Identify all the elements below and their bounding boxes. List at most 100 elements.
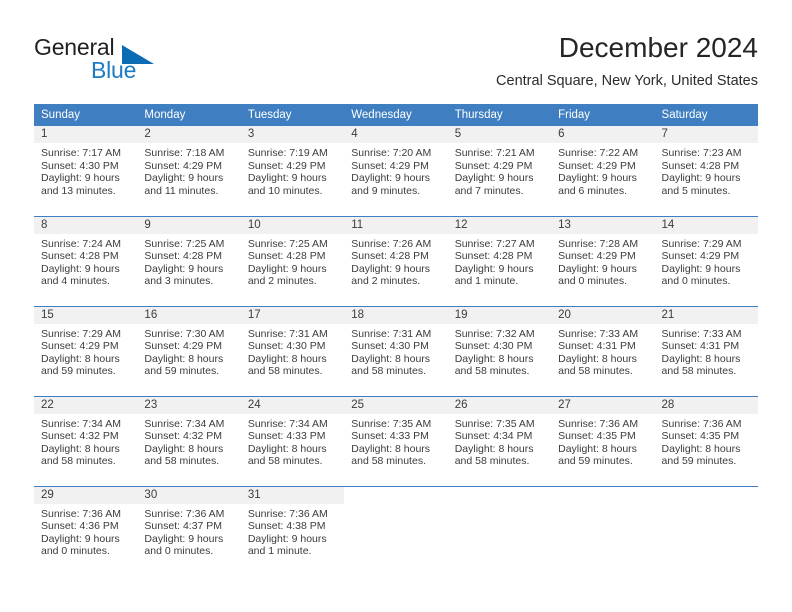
day-number <box>551 487 654 504</box>
day-cell-empty <box>344 485 448 576</box>
day-cell[interactable]: 12 Sunrise: 7:27 AM Sunset: 4:28 PM Dayligh… <box>447 215 552 306</box>
sunset-text: Sunset: 4:31 PM <box>661 340 740 353</box>
daylight-text-line2: and 2 minutes. <box>247 275 317 288</box>
day-details: Sunrise: 7:23 AM Sunset: 4:28 PM Daylight:… <box>655 143 758 197</box>
sunrise-sunset-calendar: Sunday Monday Tuesday Wednesday Thursday… <box>34 104 758 576</box>
sunset-text: Sunset: 4:30 PM <box>41 159 119 172</box>
sunrise-text: Sunrise: 7:23 AM <box>661 147 742 159</box>
day-cell[interactable]: 25 Sunrise: 7:35 AM Sunset: 4:33 PM Dayligh… <box>344 395 448 486</box>
day-details: Sunrise: 7:33 AM Sunset: 4:31 PM Daylight:… <box>655 324 758 378</box>
calendar-week-row: 8 Sunrise: 7:24 AM Sunset: 4:28 PM Daylight… <box>34 215 758 306</box>
general-blue-logo[interactable]: General Blue <box>34 34 214 90</box>
day-cell[interactable]: 19 Sunrise: 7:32 AM Sunset: 4:30 PM Dayligh… <box>447 305 552 396</box>
day-number <box>344 487 447 504</box>
day-cell[interactable]: 3 Sunrise: 7:19 AM Sunset: 4:29 PM Daylight… <box>240 126 345 216</box>
day-cell[interactable]: 7 Sunrise: 7:23 AM Sunset: 4:28 PM Daylight… <box>654 126 758 216</box>
day-cell[interactable]: 10 Sunrise: 7:25 AM Sunset: 4:28 PM Dayligh… <box>240 215 345 306</box>
daylight-text-line1: Daylight: 8 hours <box>661 352 741 365</box>
day-cell[interactable]: 28 Sunrise: 7:36 AM Sunset: 4:35 PM Dayligh… <box>654 395 758 486</box>
sunset-text: Sunset: 4:33 PM <box>247 430 326 443</box>
daylight-text-line2: and 1 minute. <box>247 545 312 558</box>
sunrise-text: Sunrise: 7:35 AM <box>454 417 535 430</box>
day-cell[interactable]: 15 Sunrise: 7:29 AM Sunset: 4:29 PM Dayligh… <box>34 305 138 396</box>
page-header: General Blue December 2024 Central Squar… <box>34 30 758 98</box>
sunset-text: Sunset: 4:28 PM <box>454 250 533 263</box>
day-cell[interactable]: 18 Sunrise: 7:31 AM Sunset: 4:30 PM Dayligh… <box>344 305 448 396</box>
day-cell-empty <box>551 485 655 576</box>
daylight-text-line2: and 58 minutes. <box>661 365 737 378</box>
day-number: 25 <box>344 396 448 414</box>
day-details: Sunrise: 7:31 AM Sunset: 4:30 PM Daylight:… <box>241 324 344 378</box>
day-cell[interactable]: 11 Sunrise: 7:26 AM Sunset: 4:28 PM Dayligh… <box>344 215 448 306</box>
day-number: 30 <box>137 486 241 504</box>
daylight-text-line2: and 58 minutes. <box>558 365 633 378</box>
daylight-text-line2: and 0 minutes. <box>41 545 110 558</box>
sunrise-text: Sunrise: 7:29 AM <box>661 237 742 250</box>
day-cell[interactable]: 5 Sunrise: 7:21 AM Sunset: 4:29 PM Daylight… <box>447 126 552 216</box>
sunrise-text: Sunrise: 7:21 AM <box>454 147 535 159</box>
day-cell[interactable]: 1 Sunrise: 7:17 AM Sunset: 4:30 PM Daylight… <box>34 126 138 216</box>
daylight-text-line1: Daylight: 9 hours <box>558 172 637 185</box>
sunset-text: Sunset: 4:30 PM <box>454 340 533 353</box>
day-details: Sunrise: 7:34 AM Sunset: 4:33 PM Daylight:… <box>241 414 344 468</box>
weekday-header-saturday: Saturday <box>654 104 758 126</box>
daylight-text-line1: Daylight: 8 hours <box>558 352 637 365</box>
daylight-text-line2: and 58 minutes. <box>454 455 530 468</box>
day-number: 12 <box>447 216 552 234</box>
day-cell[interactable]: 29 Sunrise: 7:36 AM Sunset: 4:36 PM Dayligh… <box>34 485 138 576</box>
day-cell[interactable]: 30 Sunrise: 7:36 AM Sunset: 4:37 PM Dayligh… <box>137 485 241 576</box>
day-details: Sunrise: 7:35 AM Sunset: 4:33 PM Daylight:… <box>344 414 447 468</box>
weekday-header-monday: Monday <box>137 104 241 126</box>
sunrise-text: Sunrise: 7:31 AM <box>351 327 432 340</box>
day-cell[interactable]: 21 Sunrise: 7:33 AM Sunset: 4:31 PM Dayligh… <box>654 305 758 396</box>
day-cell[interactable]: 31 Sunrise: 7:36 AM Sunset: 4:38 PM Dayligh… <box>240 485 345 576</box>
daylight-text-line1: Daylight: 9 hours <box>247 262 327 275</box>
day-number: 15 <box>34 306 138 324</box>
day-cell[interactable]: 4 Sunrise: 7:20 AM Sunset: 4:29 PM Daylight… <box>344 126 448 216</box>
day-details: Sunrise: 7:29 AM Sunset: 4:29 PM Daylight:… <box>34 324 137 378</box>
day-cell[interactable]: 6 Sunrise: 7:22 AM Sunset: 4:29 PM Daylight… <box>551 126 655 216</box>
daylight-text-line1: Daylight: 8 hours <box>144 442 224 455</box>
sunrise-text: Sunrise: 7:35 AM <box>351 417 432 430</box>
day-cell[interactable]: 20 Sunrise: 7:33 AM Sunset: 4:31 PM Dayligh… <box>551 305 655 396</box>
day-number <box>655 487 758 504</box>
day-cell[interactable]: 17 Sunrise: 7:31 AM Sunset: 4:30 PM Dayligh… <box>240 305 345 396</box>
day-number: 10 <box>240 216 345 234</box>
sunset-text: Sunset: 4:29 PM <box>454 159 533 172</box>
sunrise-text: Sunrise: 7:33 AM <box>558 327 639 340</box>
day-cell[interactable]: 22 Sunrise: 7:34 AM Sunset: 4:32 PM Dayligh… <box>34 395 138 486</box>
daylight-text-line1: Daylight: 9 hours <box>454 262 534 275</box>
day-cell[interactable]: 27 Sunrise: 7:36 AM Sunset: 4:35 PM Dayligh… <box>551 395 655 486</box>
day-cell[interactable]: 14 Sunrise: 7:29 AM Sunset: 4:29 PM Dayligh… <box>654 215 758 306</box>
daylight-text-line2: and 1 minute. <box>454 275 519 288</box>
day-number: 22 <box>34 396 138 414</box>
day-number: 9 <box>137 216 241 234</box>
day-cell[interactable]: 13 Sunrise: 7:28 AM Sunset: 4:29 PM Dayligh… <box>551 215 655 306</box>
day-details: Sunrise: 7:28 AM Sunset: 4:29 PM Daylight:… <box>551 234 654 288</box>
day-cell[interactable]: 8 Sunrise: 7:24 AM Sunset: 4:28 PM Daylight… <box>34 215 138 306</box>
calendar-body: 1 Sunrise: 7:17 AM Sunset: 4:30 PM Daylight… <box>34 126 758 576</box>
day-cell[interactable]: 2 Sunrise: 7:18 AM Sunset: 4:29 PM Daylight… <box>137 126 241 216</box>
sunset-text: Sunset: 4:29 PM <box>661 250 740 263</box>
sunset-text: Sunset: 4:35 PM <box>558 430 636 443</box>
daylight-text-line1: Daylight: 9 hours <box>144 532 224 545</box>
daylight-text-line1: Daylight: 8 hours <box>144 352 224 365</box>
daylight-text-line1: Daylight: 8 hours <box>247 352 327 365</box>
daylight-text-line2: and 0 minutes. <box>144 545 214 558</box>
day-number: 21 <box>654 306 758 324</box>
day-cell[interactable]: 9 Sunrise: 7:25 AM Sunset: 4:28 PM Daylight… <box>137 215 241 306</box>
day-cell[interactable]: 26 Sunrise: 7:35 AM Sunset: 4:34 PM Dayligh… <box>447 395 552 486</box>
day-details: Sunrise: 7:25 AM Sunset: 4:28 PM Daylight:… <box>241 234 344 288</box>
day-number: 26 <box>447 396 552 414</box>
sunrise-text: Sunrise: 7:34 AM <box>144 417 225 430</box>
sunset-text: Sunset: 4:28 PM <box>351 250 429 263</box>
daylight-text-line1: Daylight: 9 hours <box>41 262 120 275</box>
daylight-text-line1: Daylight: 8 hours <box>454 442 534 455</box>
day-cell[interactable]: 16 Sunrise: 7:30 AM Sunset: 4:29 PM Dayligh… <box>137 305 241 396</box>
day-cell[interactable]: 24 Sunrise: 7:34 AM Sunset: 4:33 PM Dayligh… <box>240 395 345 486</box>
daylight-text-line1: Daylight: 9 hours <box>41 532 120 545</box>
day-cell[interactable]: 23 Sunrise: 7:34 AM Sunset: 4:32 PM Dayligh… <box>137 395 241 486</box>
daylight-text-line2: and 58 minutes. <box>247 455 323 468</box>
sunrise-text: Sunrise: 7:36 AM <box>41 507 121 520</box>
day-details: Sunrise: 7:33 AM Sunset: 4:31 PM Daylight:… <box>551 324 654 378</box>
